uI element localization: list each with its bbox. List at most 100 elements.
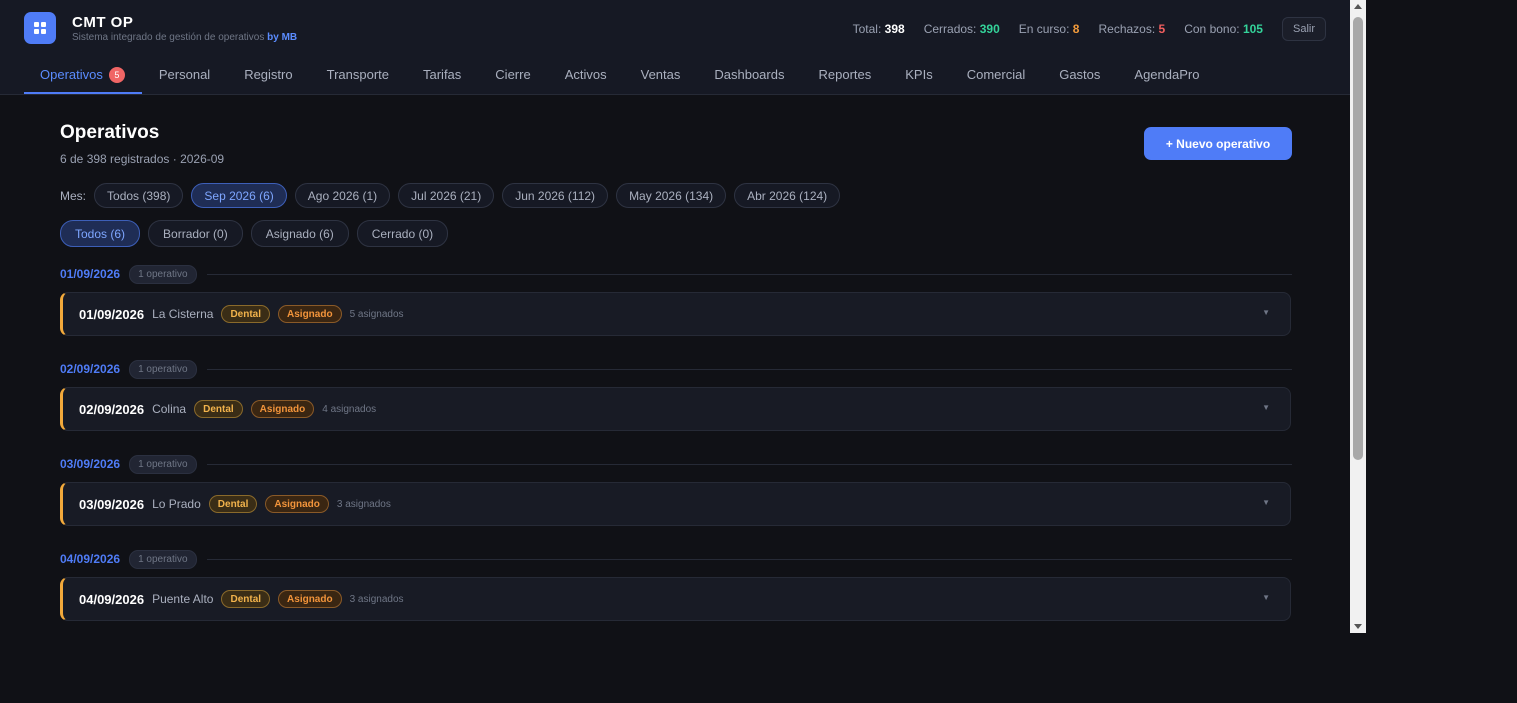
group-date: 02/09/2026	[60, 362, 121, 376]
status-tag: Asignado	[278, 305, 342, 323]
stat-label: Rechazos:	[1098, 22, 1156, 36]
stat-total: Total: 398	[853, 22, 905, 36]
app-subtitle: Sistema integrado de gestión de operativ…	[72, 32, 297, 43]
main-nav: Operativos 5 Personal Registro Transporte…	[24, 55, 1216, 94]
month-chip-jul-2026[interactable]: Jul 2026 (21)	[398, 183, 495, 208]
logout-button[interactable]: Salir	[1281, 17, 1326, 41]
group-count: 1 operativo	[129, 264, 197, 284]
group-date: 01/09/2026	[60, 267, 121, 281]
divider	[206, 368, 1292, 370]
stat-value: 105	[1242, 22, 1263, 36]
status-chip-borrador[interactable]: Borrador (0)	[148, 220, 243, 247]
operativo-card[interactable]: 01/09/2026 La Cisterna Dental Asignado 5…	[60, 292, 1291, 336]
card-place: La Cisterna	[152, 307, 214, 321]
status-chip-asignado[interactable]: Asignado (6)	[250, 220, 349, 247]
group-count: 1 operativo	[129, 454, 197, 474]
month-chip-sep-2026[interactable]: Sep 2026 (6)	[191, 183, 287, 208]
stats-bar: Total: 398 Cerrados: 390 En curso: 8 Rec…	[834, 17, 1326, 41]
card-date: 01/09/2026	[79, 306, 145, 322]
status-chip-todos[interactable]: Todos (6)	[60, 220, 141, 247]
card-date: 02/09/2026	[79, 401, 145, 417]
month-chip-ago-2026[interactable]: Ago 2026 (1)	[294, 183, 391, 208]
date-group-header: 01/09/2026 1 operativo	[60, 264, 1292, 284]
stat-cerrados: Cerrados: 390	[924, 22, 1000, 36]
card-place: Puente Alto	[152, 592, 214, 606]
top-header: CMT OP Sistema integrado de gestión de o…	[0, 0, 1350, 95]
month-chip-abr-2026[interactable]: Abr 2026 (124)	[734, 183, 841, 208]
scrollbar-thumb[interactable]	[1353, 17, 1363, 460]
type-tag: Dental	[221, 305, 271, 323]
month-chip-jun-2026[interactable]: Jun 2026 (112)	[502, 183, 609, 208]
stat-con-bono: Con bono: 105	[1184, 22, 1263, 36]
assigned-count: 3 asignados	[349, 593, 404, 605]
status-chip-cerrado[interactable]: Cerrado (0)	[356, 220, 449, 247]
operativo-card[interactable]: 02/09/2026 Colina Dental Asignado 4 asig…	[60, 387, 1291, 431]
operativo-card[interactable]: 04/09/2026 Puente Alto Dental Asignado 3…	[60, 577, 1291, 621]
tab-reportes[interactable]: Reportes	[801, 55, 888, 94]
app-subtitle-text: Sistema integrado de gestión de operativ…	[72, 32, 265, 43]
assigned-count: 3 asignados	[336, 498, 391, 510]
chevron-down-icon[interactable]: ▼	[1262, 403, 1270, 412]
tab-dashboards[interactable]: Dashboards	[697, 55, 801, 94]
stat-value: 8	[1072, 22, 1080, 36]
type-tag: Dental	[194, 400, 243, 418]
group-date: 04/09/2026	[60, 552, 121, 566]
group-count: 1 operativo	[129, 359, 197, 379]
chevron-down-icon[interactable]: ▼	[1262, 498, 1270, 507]
vertical-scrollbar[interactable]	[1350, 0, 1366, 633]
app-author: by MB	[267, 32, 298, 43]
tab-cierre[interactable]: Cierre	[478, 55, 547, 94]
tab-label: Operativos	[40, 67, 103, 82]
assigned-count: 4 asignados	[322, 403, 377, 415]
month-chip-todos[interactable]: Todos (398)	[94, 183, 184, 208]
stat-value: 390	[979, 22, 1000, 36]
month-chip-may-2026[interactable]: May 2026 (134)	[616, 183, 727, 208]
grid-icon[interactable]	[24, 12, 56, 44]
stat-label: Con bono:	[1184, 22, 1240, 36]
month-filter: Mes: Todos (398) Sep 2026 (6) Ago 2026 (…	[60, 183, 848, 208]
stat-label: Total:	[852, 22, 882, 36]
stat-label: En curso:	[1018, 22, 1070, 36]
notification-badge: 5	[108, 66, 125, 83]
tab-ventas[interactable]: Ventas	[624, 55, 698, 94]
divider	[206, 558, 1292, 560]
assigned-count: 5 asignados	[349, 308, 404, 320]
tab-operativos[interactable]: Operativos 5	[24, 55, 142, 94]
tab-tarifas[interactable]: Tarifas	[406, 55, 478, 94]
stat-value: 5	[1158, 22, 1166, 36]
group-date: 03/09/2026	[60, 457, 121, 471]
operativo-card[interactable]: 03/09/2026 Lo Prado Dental Asignado 3 as…	[60, 482, 1291, 526]
scroll-down-icon[interactable]	[1354, 624, 1362, 629]
tab-transporte[interactable]: Transporte	[310, 55, 406, 94]
card-date: 03/09/2026	[79, 496, 145, 512]
tab-kpis[interactable]: KPIs	[888, 55, 949, 94]
tab-personal[interactable]: Personal	[142, 55, 227, 94]
date-group-header: 03/09/2026 1 operativo	[60, 454, 1292, 474]
month-filter-label: Mes:	[60, 188, 87, 203]
scroll-up-icon[interactable]	[1354, 4, 1362, 9]
status-tag: Asignado	[250, 400, 315, 418]
type-tag: Dental	[208, 495, 258, 513]
date-group-header: 02/09/2026 1 operativo	[60, 359, 1292, 379]
chevron-down-icon[interactable]: ▼	[1262, 308, 1270, 317]
tab-agendapro[interactable]: AgendaPro	[1117, 55, 1216, 94]
app: CMT OP Sistema integrado de gestión de o…	[0, 0, 1350, 703]
tab-comercial[interactable]: Comercial	[950, 55, 1043, 94]
tab-gastos[interactable]: Gastos	[1042, 55, 1117, 94]
stat-rechazos: Rechazos: 5	[1098, 22, 1165, 36]
chevron-down-icon[interactable]: ▼	[1262, 593, 1270, 602]
date-group-header: 04/09/2026 1 operativo	[60, 549, 1292, 569]
new-operativo-button[interactable]: + Nuevo operativo	[1144, 127, 1292, 160]
group-count: 1 operativo	[129, 549, 197, 569]
stat-value: 398	[884, 22, 905, 36]
divider	[206, 463, 1292, 465]
divider	[206, 273, 1292, 275]
card-place: Lo Prado	[152, 497, 201, 511]
stat-en-curso: En curso: 8	[1019, 22, 1080, 36]
app-title: CMT OP	[72, 14, 134, 31]
status-tag: Asignado	[278, 590, 342, 608]
page-title: Operativos	[60, 122, 160, 143]
tab-activos[interactable]: Activos	[548, 55, 624, 94]
tab-registro[interactable]: Registro	[227, 55, 309, 94]
stat-label: Cerrados:	[923, 22, 977, 36]
